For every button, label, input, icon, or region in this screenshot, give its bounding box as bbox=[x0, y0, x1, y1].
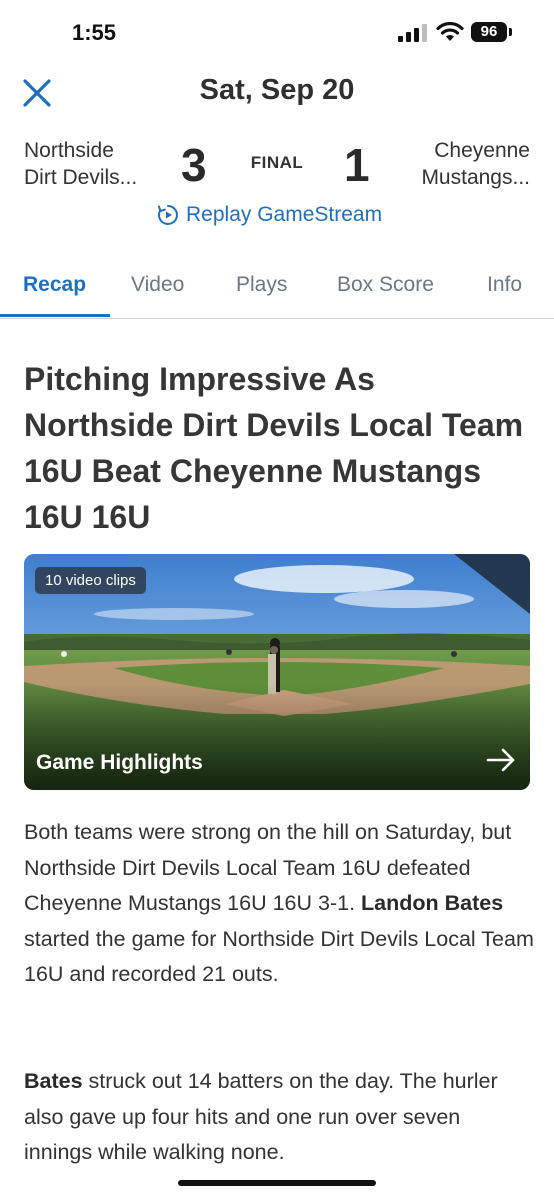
replay-gamestream-button[interactable]: Replay GameStream bbox=[156, 200, 382, 230]
replay-gamestream-label: Replay GameStream bbox=[186, 203, 383, 226]
away-team-name[interactable]: Cheyenne Mustangs... bbox=[421, 137, 530, 191]
wifi-icon bbox=[436, 22, 464, 41]
pitcher-name: Landon Bates bbox=[361, 891, 504, 915]
away-team-name-line1: Cheyenne bbox=[434, 139, 530, 162]
highlights-title: Game Highlights bbox=[36, 751, 203, 774]
status-bar: 1:55 96 bbox=[0, 0, 554, 66]
game-date-title: Sat, Sep 20 bbox=[199, 74, 355, 106]
tab-bar: Recap Video Plays Box Score Info bbox=[0, 256, 554, 319]
arrow-right-icon bbox=[486, 748, 515, 772]
game-highlights-card[interactable]: 10 video clips Game Highlights bbox=[24, 554, 530, 790]
away-team-name-line2: Mustangs... bbox=[421, 166, 530, 189]
recap-text-1b: started the game for Northside Dirt Devi… bbox=[24, 926, 534, 987]
battery-icon: 96 bbox=[471, 22, 507, 42]
status-time: 1:55 bbox=[72, 20, 117, 45]
pitcher-last-name: Bates bbox=[24, 1069, 83, 1093]
tab-recap[interactable]: Recap bbox=[23, 273, 86, 297]
battery-nub bbox=[509, 28, 512, 36]
replay-icon bbox=[158, 205, 178, 225]
recap-text-2a: struck out 14 batters on the day. The hu… bbox=[24, 1069, 498, 1164]
home-indicator[interactable] bbox=[178, 1180, 376, 1186]
tab-info[interactable]: Info bbox=[487, 273, 522, 297]
tab-plays[interactable]: Plays bbox=[236, 273, 287, 297]
video-clips-badge: 10 video clips bbox=[35, 567, 146, 594]
recap-paragraph-1: Both teams were strong on the hill on Sa… bbox=[24, 815, 534, 993]
tab-video[interactable]: Video bbox=[131, 273, 184, 297]
active-tab-indicator bbox=[0, 314, 110, 317]
away-score: 1 bbox=[344, 139, 370, 191]
article-headline: Pitching Impressive As Northside Dirt De… bbox=[24, 361, 524, 535]
cellular-signal-icon bbox=[398, 24, 427, 42]
recap-paragraph-2: Bates struck out 14 batters on the day. … bbox=[24, 1064, 534, 1171]
tab-box-score[interactable]: Box Score bbox=[337, 273, 434, 297]
